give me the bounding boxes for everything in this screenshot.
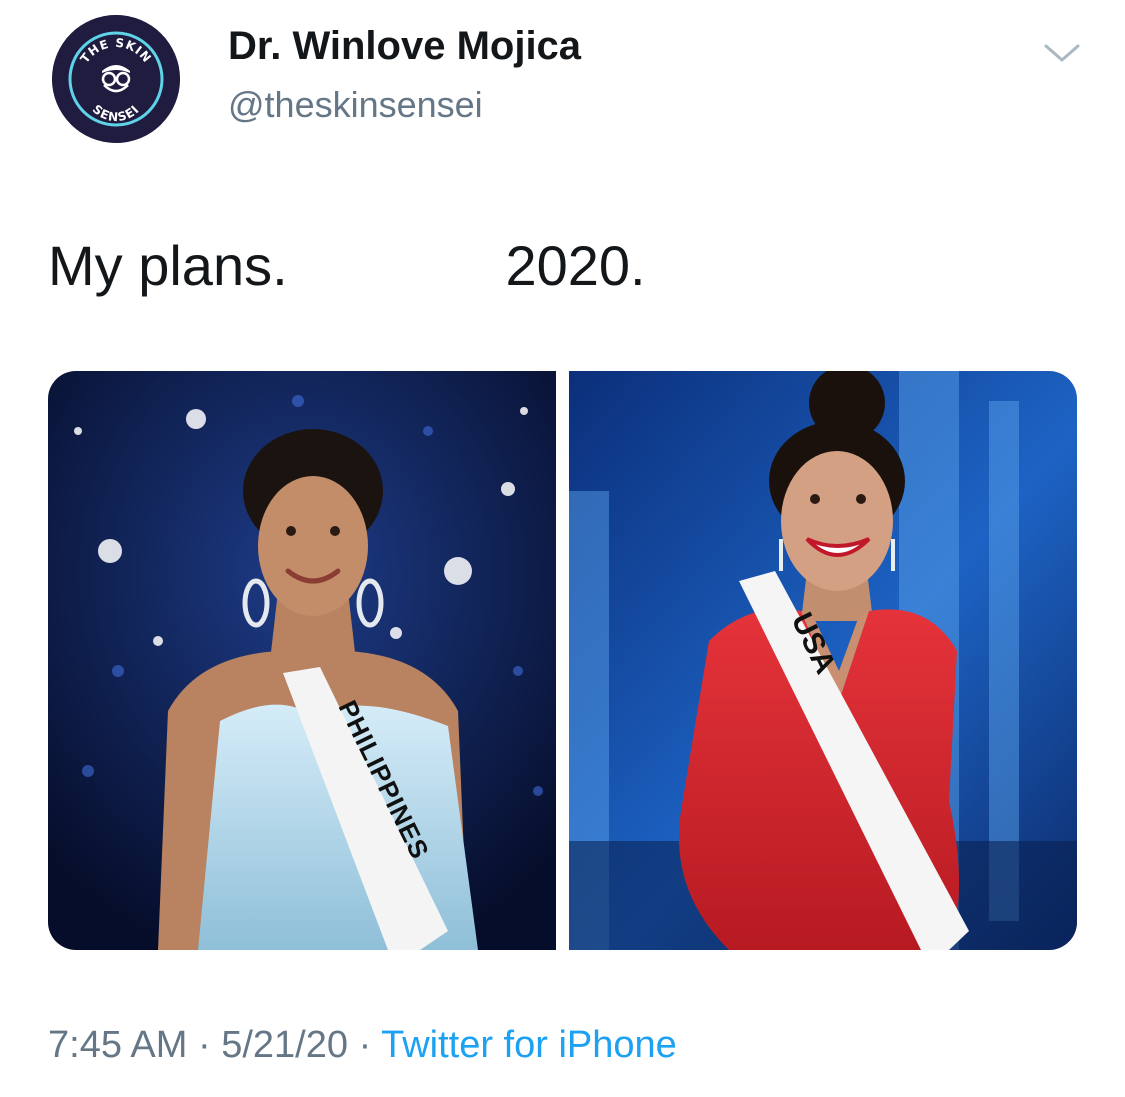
skin-sensei-logo-icon: THE SKIN SENSEI [52,15,180,143]
meta-separator: · [197,1024,211,1066]
tweet-source-link[interactable]: Twitter for iPhone [381,1024,677,1066]
author-handle[interactable]: @theskinsensei [228,84,483,126]
tweet-text: My plans. 2020. [48,234,646,297]
meta-separator: · [358,1024,372,1066]
tweet-date[interactable]: 5/21/20 [221,1024,348,1066]
avatar[interactable]: THE SKIN SENSEI [52,15,180,143]
tweet-photo-right[interactable]: USA [569,371,1077,950]
chevron-down-icon[interactable] [1040,38,1084,68]
tweet-time[interactable]: 7:45 AM [48,1024,187,1066]
author-display-name[interactable]: Dr. Winlove Mojica [228,24,581,69]
tweet-photo-left[interactable]: PHILIPPINES [48,371,556,950]
tweet-header: THE SKIN SENSEI Dr. Winlove Mojica @thes… [0,0,1125,170]
tweet-meta: 7:45 AM · 5/21/20 · Twitter for iPhone [48,1024,677,1067]
